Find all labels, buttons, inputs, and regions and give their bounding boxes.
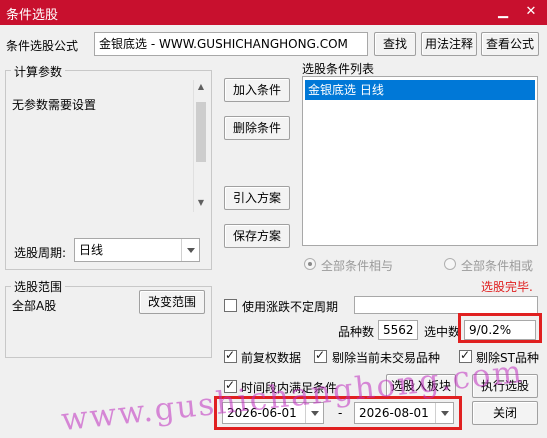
logic-and-radio[interactable] (304, 258, 316, 270)
formula-combo[interactable]: 金银底选 - WWW.GUSHICHANGHONG.COM (94, 32, 368, 56)
exclude-suspended-label: 剔除当前未交易品种 (332, 351, 441, 365)
exclude-st-checkbox[interactable] (459, 348, 472, 363)
formula-label: 条件选股公式 (6, 39, 79, 53)
hit-label: 选中数 (424, 325, 461, 339)
logic-or-label: 全部条件相或 (461, 259, 534, 273)
usage-button[interactable]: 用法注释 (421, 32, 477, 56)
delete-condition-button[interactable]: 删除条件 (224, 116, 290, 140)
change-range-button[interactable]: 改变范围 (139, 290, 205, 314)
forward-adjust-checkbox[interactable] (224, 348, 237, 363)
save-plan-button[interactable]: 保存方案 (224, 224, 290, 248)
exclude-suspended-checkbox[interactable] (314, 348, 327, 363)
range-group-label: 选股范围 (11, 278, 66, 295)
formula-selected: 金银底选 - WWW.GUSHICHANGHONG.COM (99, 37, 348, 51)
params-group-label: 计算参数 (11, 63, 66, 80)
use-period-label: 使用涨跌不定周期 (242, 300, 339, 314)
params-scrollbar[interactable]: ▲ ▼ (193, 80, 208, 212)
list-item[interactable]: 金银底选 日线 (305, 80, 535, 100)
date-highlight-box (214, 396, 462, 430)
scroll-up-icon[interactable]: ▲ (194, 82, 208, 91)
status-text: 选股完毕. (481, 280, 533, 294)
time-range-checkbox[interactable] (224, 378, 237, 393)
period-label: 选股周期: (14, 246, 67, 260)
title-bar: 条件选股 ▁ ✕ (0, 0, 547, 25)
logic-or-radio[interactable] (444, 258, 456, 270)
conditions-list[interactable]: 金银底选 日线 (302, 76, 538, 246)
find-button[interactable]: 查找 (374, 32, 416, 56)
close-button[interactable]: 关闭 (472, 401, 538, 425)
period-combo[interactable]: 日线 (74, 238, 200, 262)
view-formula-button[interactable]: 查看公式 (481, 32, 539, 56)
scroll-thumb[interactable] (196, 102, 206, 162)
import-plan-button[interactable]: 引入方案 (224, 186, 290, 210)
exclude-st-label: 剔除ST品种 (476, 351, 539, 365)
count-value: 5562 (378, 320, 418, 340)
minimize-icon[interactable]: ▁ (491, 3, 515, 21)
count-label: 品种数 (338, 325, 375, 339)
params-text: 无参数需要设置 (12, 98, 97, 112)
window-title: 条件选股 (6, 8, 59, 23)
hit-highlight-box (458, 313, 542, 343)
conditions-label: 选股条件列表 (302, 62, 375, 76)
period-input[interactable] (354, 296, 538, 314)
period-value: 日线 (79, 243, 104, 257)
to-block-button[interactable]: 选股入板块 (386, 374, 456, 398)
add-condition-button[interactable]: 加入条件 (224, 78, 290, 102)
forward-adjust-label: 前复权数据 (241, 351, 302, 365)
scroll-down-icon[interactable]: ▼ (194, 198, 208, 207)
run-button[interactable]: 执行选股 (472, 374, 538, 398)
chevron-down-icon[interactable] (181, 239, 199, 261)
logic-and-label: 全部条件相与 (321, 259, 394, 273)
time-range-label: 时间段内满足条件 (241, 381, 338, 395)
range-value: 全部A股 (12, 299, 57, 313)
use-period-checkbox[interactable] (224, 299, 237, 312)
close-icon[interactable]: ✕ (519, 3, 543, 21)
